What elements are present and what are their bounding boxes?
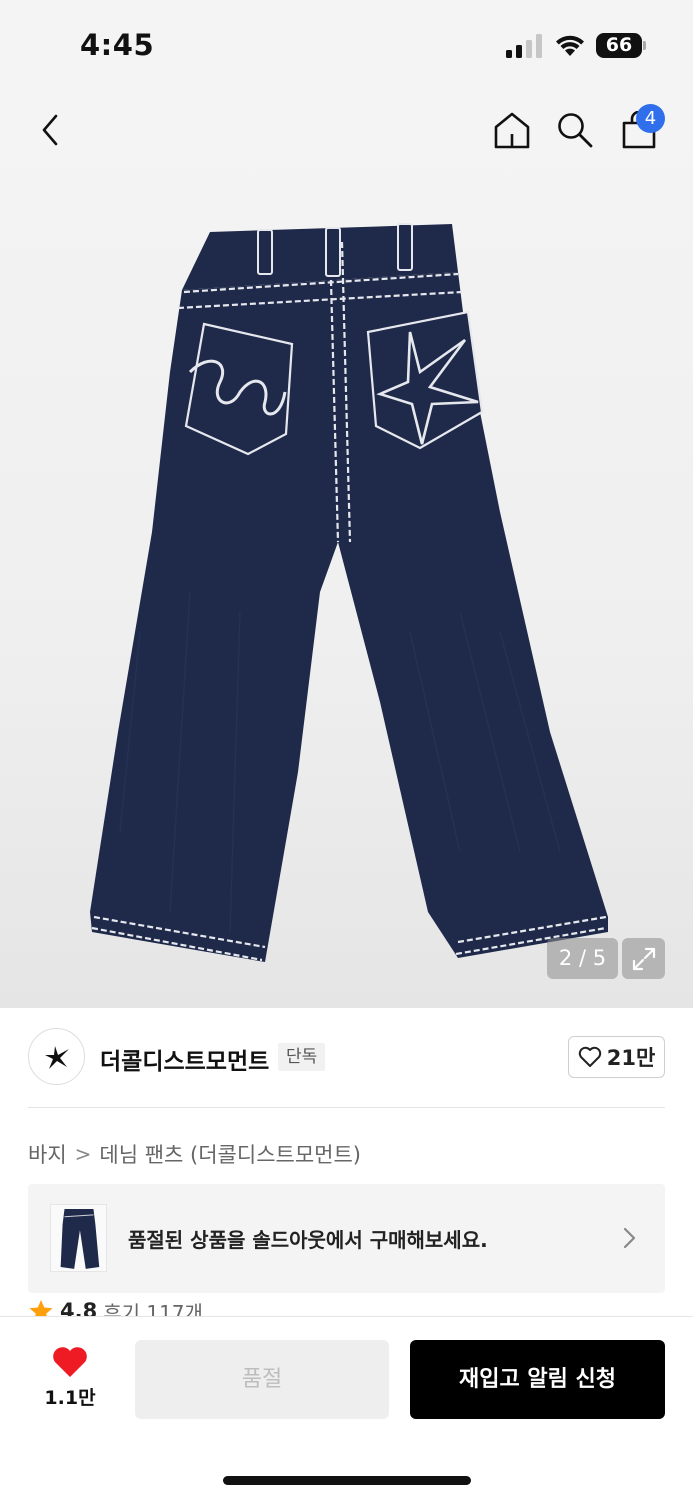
- restock-alert-button[interactable]: 재입고 알림 신청: [410, 1340, 665, 1419]
- battery-level: 66: [596, 33, 642, 58]
- search-icon: [558, 113, 593, 148]
- divider: [28, 1107, 665, 1108]
- breadcrumb: 바지 > 데님 팬츠 (더콜디스트모먼트): [28, 1139, 361, 1169]
- expand-icon: [632, 947, 655, 970]
- brand-name[interactable]: 더콜디스트모먼트: [100, 1042, 269, 1076]
- soldout-link-banner[interactable]: 품절된 상품을 솔드아웃에서 구매해보세요.: [28, 1184, 665, 1293]
- star-logo-icon: [44, 1045, 69, 1069]
- heart-outline-icon: [578, 1046, 601, 1067]
- brand-like-count: 21만: [606, 1046, 656, 1070]
- image-page-indicator: 2 / 5: [547, 938, 618, 979]
- heart-filled-icon: [53, 1347, 87, 1377]
- product-image: [90, 223, 608, 962]
- home-indicator: [223, 1476, 471, 1485]
- breadcrumb-separator: >: [74, 1142, 92, 1166]
- soldout-banner-text: 품절된 상품을 솔드아웃에서 구매해보세요.: [128, 1228, 488, 1252]
- expand-image-button[interactable]: [622, 938, 665, 979]
- cellular-signal-icon: [506, 34, 542, 58]
- status-time: 4:45: [80, 28, 155, 62]
- search-button[interactable]: [553, 108, 597, 152]
- brand-like-button[interactable]: 21만: [568, 1036, 665, 1078]
- status-bar: 4:45 66: [0, 0, 693, 90]
- exclusive-badge: 단독: [278, 1043, 326, 1071]
- brand-row: 더콜디스트모먼트 단독 21만: [28, 1028, 665, 1086]
- breadcrumb-subcategory[interactable]: 데님 팬츠 (더콜디스트모먼트): [99, 1139, 361, 1169]
- home-icon: [494, 112, 530, 149]
- back-button[interactable]: [28, 108, 72, 152]
- wifi-icon: [556, 35, 584, 56]
- home-button[interactable]: [490, 108, 534, 152]
- wishlist-count: 1.1만: [44, 1387, 96, 1409]
- bottom-action-bar: 1.1만 품절 재입고 알림 신청: [0, 1316, 693, 1500]
- product-thumbnail: [50, 1204, 107, 1272]
- wishlist-button[interactable]: 1.1만: [30, 1343, 110, 1413]
- chevron-right-icon: [623, 1227, 636, 1249]
- soldout-button: 품절: [135, 1340, 389, 1419]
- breadcrumb-category[interactable]: 바지: [28, 1139, 67, 1169]
- product-image-gallery[interactable]: 4 2 / 5: [0, 90, 693, 1008]
- chevron-left-icon: [42, 114, 58, 146]
- brand-logo[interactable]: [28, 1028, 85, 1085]
- cart-count-badge: 4: [636, 104, 665, 133]
- battery-icon: 66: [596, 33, 646, 58]
